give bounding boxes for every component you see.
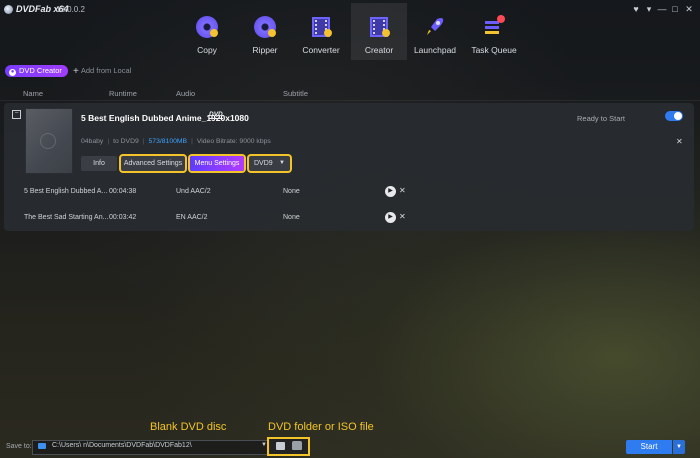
title-bar <box>0 0 700 20</box>
disc-type-select[interactable]: DVD9 ▼ <box>249 156 290 171</box>
favorite-icon[interactable]: ♥ <box>631 4 641 14</box>
play-icon[interactable]: ▶ <box>385 212 396 223</box>
title-name: 5 Best English Dubbed A... <box>24 188 108 195</box>
chevron-down-icon[interactable]: ▼ <box>261 442 267 448</box>
disc-small-icon: ● <box>9 69 16 76</box>
collapse-icon[interactable]: − <box>12 110 21 119</box>
tool-copy-label: Copy <box>197 45 217 55</box>
remove-title-icon[interactable]: ✕ <box>399 186 406 195</box>
bitrate-label: Video Bitrate: 9000 kbps <box>196 138 271 145</box>
toggle-knob <box>674 112 682 120</box>
add-from-local-button[interactable]: + Add from Local <box>73 66 131 77</box>
thumbnail-placeholder-icon <box>40 133 56 149</box>
target-label: to DVD9 <box>113 138 139 145</box>
dvd-creator-mode-button[interactable]: ● DVD Creator <box>5 65 68 77</box>
iso-file-icon[interactable] <box>292 441 302 450</box>
title-subtitle[interactable]: None <box>283 188 300 195</box>
plus-icon: + <box>73 66 79 77</box>
tool-launchpad-label: Launchpad <box>413 45 457 55</box>
column-header-runtime: Runtime <box>109 89 137 98</box>
column-header-audio: Audio <box>176 89 196 98</box>
queue-icon <box>482 15 506 39</box>
size-label: 573/8100MB <box>148 138 188 145</box>
remove-task-icon[interactable]: ✕ <box>676 137 683 146</box>
app-logo-icon <box>4 5 13 14</box>
start-options-chevron-icon[interactable]: ▼ <box>673 440 685 454</box>
tool-converter[interactable]: Converter <box>293 10 349 60</box>
app-version: 12.0.0.2 <box>56 5 85 14</box>
tool-ripper[interactable]: Ripper <box>237 10 293 60</box>
tool-ripper-label: Ripper <box>252 45 278 55</box>
info-button[interactable]: Info <box>81 156 117 171</box>
copy-disc-icon <box>195 15 219 39</box>
title-subtitle[interactable]: None <box>283 214 300 221</box>
tool-converter-label: Converter <box>302 45 340 55</box>
title-name: The Best Sad Starting An... <box>24 214 109 221</box>
task-status: Ready to Start <box>577 114 625 123</box>
rocket-icon <box>423 15 447 39</box>
title-runtime: 00:03:42 <box>109 214 137 221</box>
chevron-down-icon: ▼ <box>279 160 285 166</box>
output-target-group <box>269 439 308 454</box>
ripper-disc-icon <box>253 15 277 39</box>
menu-settings-button[interactable]: Menu Settings <box>190 156 244 171</box>
tool-creator-label: Creator <box>364 45 394 55</box>
minimize-button[interactable]: — <box>657 4 667 14</box>
dvd-badge: DVD <box>209 111 223 119</box>
save-path-value: C:\Users\ n\Documents\DVDFab\DVDFab12\ <box>52 442 192 449</box>
remove-title-icon[interactable]: ✕ <box>399 212 406 221</box>
menu-dropdown-icon[interactable]: ▾ <box>644 4 654 14</box>
save-to-label: Save to: <box>6 443 32 450</box>
tool-launchpad[interactable]: Launchpad <box>407 10 463 60</box>
column-header-name: Name <box>23 89 44 98</box>
close-button[interactable]: ✕ <box>684 4 694 14</box>
start-button[interactable]: Start <box>626 440 672 454</box>
play-icon[interactable]: ▶ <box>385 186 396 197</box>
tool-task-queue-label: Task Queue <box>471 45 517 55</box>
folder-icon <box>38 443 46 449</box>
annotation-blank-disc: Blank DVD disc <box>150 421 227 433</box>
creator-film-icon <box>367 15 391 39</box>
task-meta: 04baby | to DVD9 | 573/8100MB | Video Bitrate:… <box>81 138 271 145</box>
title-audio[interactable]: Und AAC/2 <box>176 188 211 195</box>
maximize-button[interactable]: □ <box>670 4 680 14</box>
tool-copy[interactable]: Copy <box>179 10 235 60</box>
header-divider <box>0 100 700 101</box>
annotation-folder-iso: DVD folder or ISO file <box>268 421 374 433</box>
title-row[interactable]: 5 Best English Dubbed A... 00:04:38 Und … <box>4 182 694 204</box>
converter-film-icon <box>309 15 333 39</box>
title-audio[interactable]: EN AAC/2 <box>176 214 208 221</box>
open-folder-icon[interactable] <box>276 442 285 450</box>
title-row[interactable]: The Best Sad Starting An... 00:03:42 EN … <box>4 208 694 230</box>
title-runtime: 00:04:38 <box>109 188 137 195</box>
tool-task-queue[interactable]: Task Queue <box>466 10 522 60</box>
tool-creator[interactable]: Creator <box>351 3 407 60</box>
advanced-settings-button[interactable]: Advanced Settings <box>121 156 185 171</box>
source-label: 04baby <box>81 138 104 145</box>
column-header-subtitle: Subtitle <box>283 89 309 98</box>
task-title: 5 Best English Dubbed Anime_1920x1080 <box>81 113 249 123</box>
